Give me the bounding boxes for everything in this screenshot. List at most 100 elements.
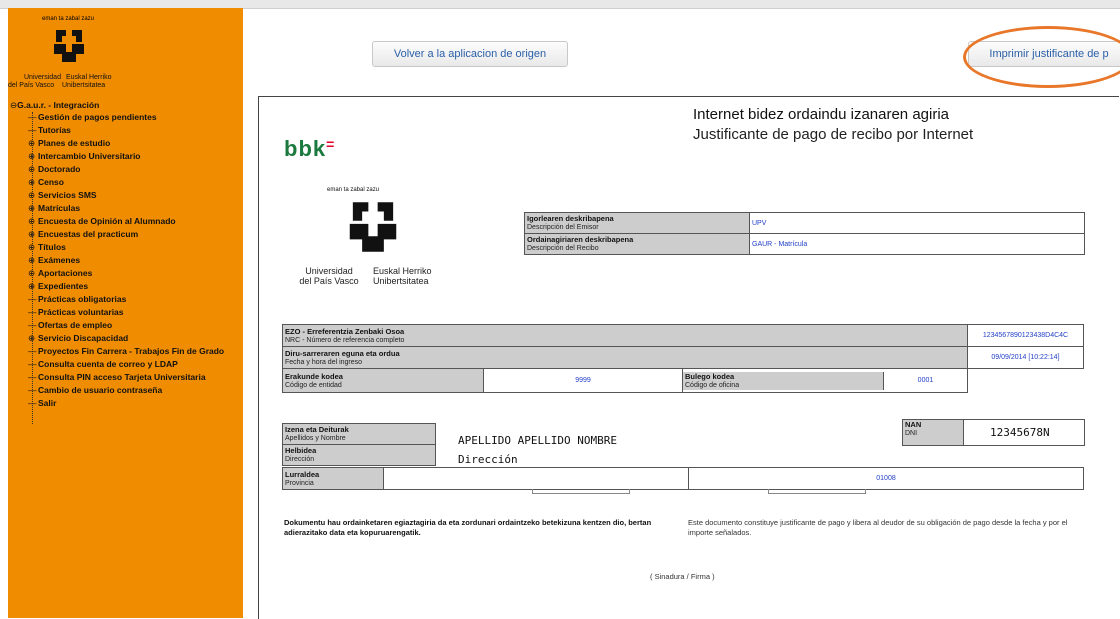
- expand-icon: ⊕: [28, 229, 36, 239]
- sidebar-item[interactable]: ⊕ Doctorado: [28, 164, 81, 175]
- nombre-value: APELLIDO APELLIDO NOMBRE: [458, 434, 617, 447]
- sidebar-item-label: Consulta PIN acceso Tarjeta Universitari…: [38, 372, 206, 382]
- sidebar-item-label: Censo: [38, 177, 64, 187]
- prov-value: [383, 467, 689, 490]
- note-basque: Dokumentu hau ordainketaren egiaztagiria…: [284, 518, 652, 537]
- sidebar-item-label: Exámenes: [38, 255, 81, 265]
- sidebar-item-label: Proyectos Fin Carrera - Trabajos Fin de …: [38, 346, 225, 356]
- oficina-label: Bulego kodea Código de oficina: [683, 371, 884, 390]
- expand-icon: ⊕: [28, 216, 36, 226]
- sidebar-item-label: Doctorado: [38, 164, 81, 174]
- tree-branch-icon: —: [28, 398, 37, 408]
- emisor-table: Igorlearen deskribapena Descripción del E…: [524, 212, 1085, 255]
- sidebar-item[interactable]: ⊕ Aportaciones: [28, 268, 92, 279]
- doc-logo-motto: eman ta zabal zazu: [327, 187, 380, 193]
- sidebar-item[interactable]: — Prácticas obligatorias: [28, 294, 126, 304]
- sidebar-item[interactable]: ⊕ Censo: [28, 177, 64, 188]
- sidebar-item[interactable]: ⊕ Servicio Discapacidad: [28, 333, 128, 344]
- tree-branch-icon: —: [28, 346, 37, 356]
- sidebar-item-label: Cambio de usuario contraseña: [38, 385, 163, 395]
- tree-branch-icon: —: [28, 294, 37, 304]
- oficina-label-es: Código de oficina: [685, 381, 740, 389]
- sidebar-item[interactable]: — Consulta PIN acceso Tarjeta Universitar…: [28, 372, 206, 382]
- tree-branch-icon: —: [28, 359, 37, 369]
- sidebar-item-label: Matrículas: [38, 203, 81, 213]
- payment-table: EZO - Erreferentzia Zenbaki Osoa NRC - Nú…: [282, 324, 1085, 393]
- bank-name: bbk: [284, 136, 327, 161]
- sidebar-item[interactable]: ⊕ Exámenes: [28, 255, 80, 266]
- fecha-value: 09/09/2014 [10:22:14]: [966, 346, 1085, 369]
- prov-label-es: Provincia: [285, 479, 314, 487]
- oficina-cell: Bulego kodea Código de oficina 0001: [682, 368, 968, 393]
- sidebar-item[interactable]: — Salir: [28, 398, 56, 408]
- dir-label: Helbidea Dirección: [282, 444, 436, 466]
- dni-label-es: DNI: [905, 430, 918, 437]
- doc-logo-es-text: Universidad del País Vasco: [299, 266, 359, 286]
- sidebar-item-label: Intercambio Universitario: [38, 151, 141, 161]
- sidebar-item[interactable]: ⊕ Planes de estudio: [28, 138, 110, 149]
- expand-icon: ⊕: [28, 268, 36, 278]
- entidad-value: 9999: [483, 368, 683, 393]
- sidebar-item[interactable]: — Proyectos Fin Carrera - Trabajos Fin de…: [28, 346, 224, 356]
- nrc-value: 1234567890123438​D4C4C: [966, 324, 1085, 347]
- sidebar-item-label: Tutorías: [38, 125, 71, 135]
- sidebar-item[interactable]: — Consulta cuenta de correo y LDAP: [28, 359, 178, 369]
- title-basque: Internet bidez ordaindu izanaren agiria: [693, 106, 950, 123]
- nombre-label: Izena eta Deiturak Apellidos y Nombre: [282, 423, 436, 445]
- nrc-label-es: NRC - Número de referencia completo: [285, 336, 405, 344]
- emisor-label-eu: Igorlearen deskribapena: [527, 214, 614, 223]
- sidebar-item[interactable]: — Ofertas de empleo: [28, 320, 112, 330]
- nav-root-label: G.a.u.r. - Integración: [17, 100, 100, 110]
- recibo-value: GAUR - Matrícula: [749, 233, 1085, 255]
- nav-root[interactable]: ⊖G.a.u.r. - Integración: [10, 100, 99, 111]
- oficina-value: 0001: [917, 377, 934, 384]
- sidebar-logo-eu: Euskal Herriko: [66, 74, 112, 81]
- expand-icon: ⊕: [28, 177, 36, 187]
- dni-label: NAN DNI: [902, 419, 964, 446]
- sidebar-item[interactable]: ⊕ Encuesta de Opinión al Alumnado: [28, 216, 176, 227]
- sidebar-item[interactable]: — Cambio de usuario contraseña: [28, 385, 162, 395]
- personal-labels: Izena eta Deiturak Apellidos y Nombre Hel…: [282, 423, 436, 466]
- dir-value: Dirección: [458, 453, 518, 466]
- entidad-label: Erakunde kodea Código de entidad: [282, 368, 484, 393]
- nrc-label-eu: EZO - Erreferentzia Zenbaki Osoa: [285, 326, 405, 336]
- sidebar-logo-es: Universidad: [24, 74, 61, 81]
- sidebar-item[interactable]: ⊕ Servicios SMS: [28, 190, 97, 201]
- sidebar-item[interactable]: ⊕ Intercambio Universitario: [28, 151, 141, 162]
- nrc-label: EZO - Erreferentzia Zenbaki Osoa NRC - Nú…: [282, 324, 968, 347]
- doc-logo-eu-text: Euskal Herriko Unibertsitatea: [373, 266, 432, 286]
- dni-value: 12345678N: [990, 426, 1050, 439]
- sidebar-item-label: Títulos: [38, 242, 66, 252]
- expand-icon: ⊕: [28, 138, 36, 148]
- expand-icon: ⊕: [28, 151, 36, 161]
- emisor-value: UPV: [749, 212, 1085, 234]
- expand-icon: ⊕: [28, 255, 36, 265]
- note-spanish: Este documento constituye justificante d…: [688, 518, 1068, 537]
- entidad-label-eu: Erakunde kodea: [285, 371, 343, 381]
- recibo-label-es: Descripción del Recibo: [527, 245, 599, 252]
- sidebar-item[interactable]: — Gestión de pagos pendientes: [28, 112, 157, 122]
- back-button[interactable]: Volver a la aplicacion de origen: [372, 41, 568, 67]
- expand-icon: ⊕: [28, 242, 36, 252]
- sidebar-item[interactable]: — Prácticas voluntarias: [28, 307, 124, 317]
- provincia-row: Lurraldea Provincia 01008: [282, 467, 1084, 490]
- sidebar-item[interactable]: ⊕ Encuestas del practicum: [28, 229, 138, 240]
- sidebar-item[interactable]: ⊕ Expedientes: [28, 281, 88, 292]
- tree-branch-icon: —: [28, 307, 37, 317]
- dir-label-eu: Helbidea: [285, 446, 317, 455]
- expand-icon: ⊕: [28, 203, 36, 213]
- upv-logo-icon: [54, 30, 84, 62]
- prov-label-eu: Lurraldea: [285, 469, 320, 479]
- sidebar-item[interactable]: ⊕ Títulos: [28, 242, 66, 253]
- sidebar: eman ta zabal zazu Universidad Euskal He…: [8, 8, 243, 618]
- sidebar-item-label: Servicios SMS: [38, 190, 97, 200]
- sidebar-item-label: Ofertas de empleo: [38, 320, 113, 330]
- sidebar-item-label: Encuesta de Opinión al Alumnado: [38, 216, 176, 226]
- sidebar-item-label: Planes de estudio: [38, 138, 111, 148]
- oficina-label-eu: Bulego kodea: [685, 371, 735, 381]
- sidebar-item[interactable]: ⊕ Matrículas: [28, 203, 80, 214]
- sidebar-item-label: Gestión de pagos pendientes: [38, 112, 157, 122]
- sidebar-item[interactable]: — Tutorías: [28, 125, 71, 135]
- recibo-label-eu: Ordainagiriaren deskribapena: [527, 235, 634, 244]
- sidebar-logo-eu2: Unibertsitatea: [62, 82, 106, 89]
